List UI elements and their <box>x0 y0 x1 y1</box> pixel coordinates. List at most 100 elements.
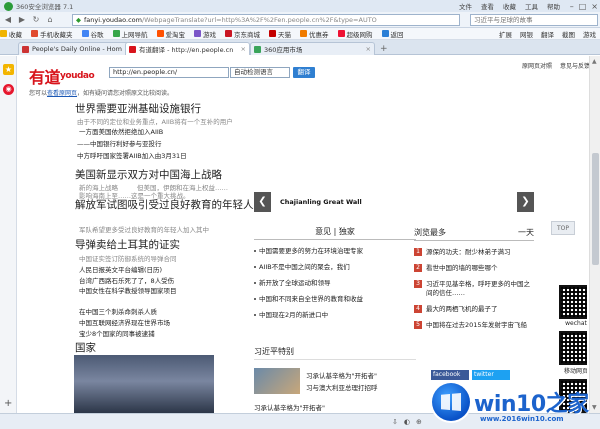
china-news-photo[interactable] <box>74 355 214 413</box>
close-icon[interactable]: × <box>591 2 598 11</box>
opinion-heading[interactable]: 意见 | 独家 <box>254 226 416 240</box>
article-line[interactable]: 人民日报英文平台编辑(日历) <box>79 264 162 274</box>
close-tab-icon[interactable]: × <box>241 45 246 53</box>
home-icon[interactable]: ⌂ <box>44 14 56 26</box>
bookmark-back[interactable]: 返回 <box>381 29 404 39</box>
article-line[interactable]: 在中国三个刺杀命刺杀人质 <box>79 306 157 316</box>
article-line[interactable]: 台湾广西路石乐死了了，8人受伤 <box>79 275 174 285</box>
bookmark-favorites[interactable]: 收藏 <box>0 29 22 39</box>
bookmark-coupon[interactable]: 优惠券 <box>300 29 329 39</box>
add-sidebar-icon[interactable]: + <box>4 398 12 409</box>
games-button[interactable]: 游戏 <box>583 29 596 39</box>
article-line[interactable]: 中国互联网经济界现在世界市场 <box>79 317 170 327</box>
section-china-heading[interactable]: 国家 <box>75 340 96 355</box>
forward-icon[interactable]: ▶ <box>16 14 28 26</box>
tab-app-market[interactable]: 360应用市场 × <box>250 42 375 55</box>
headline-missile[interactable]: 导弹卖给土耳其的证实 <box>75 237 180 252</box>
most-viewed-item[interactable]: 5 中国将在过去2015年发射宇宙飞船 <box>414 321 534 330</box>
article-line[interactable]: 军队希望更多受过良好教育的年轻人加入其中 <box>79 224 209 234</box>
address-bar[interactable]: ◆ fanyi.youdao.com /WebpageTranslate?url… <box>72 14 460 26</box>
tab-youdao[interactable]: 有道翻译 - http://en.people.cn × <box>125 42 250 55</box>
slider-next-icon[interactable]: ❯ <box>517 192 534 212</box>
view-original-link[interactable]: 查看原网页 <box>47 90 77 97</box>
most-viewed-tab-day[interactable]: 一天 <box>518 227 534 238</box>
new-tab-icon[interactable]: + <box>380 44 388 54</box>
maximize-icon[interactable]: □ <box>579 2 587 11</box>
xi-item[interactable]: 习承认基辛格为"开拓者" <box>306 370 377 380</box>
headline-aiib[interactable]: 世界需要亚洲基础设施银行 <box>75 101 201 116</box>
menu-file[interactable]: 文件 <box>459 1 472 11</box>
article-line[interactable]: 由于不同的定位和业务重点，AIIB将有一个互补的用户 <box>77 116 233 126</box>
folder-icon <box>31 30 38 37</box>
opinion-item[interactable]: 新开放了全球运动和领导 <box>254 279 416 288</box>
bookmark-nav[interactable]: 上网导航 <box>112 29 148 39</box>
most-viewed-item[interactable]: 3 习近平见基辛格，呼吁更多的中国之间的信任…… <box>414 280 534 298</box>
article-line[interactable]: 宝少8个国家的同事被逮捕 <box>79 328 155 338</box>
most-viewed-item[interactable]: 1 源保的功夫：耐少林弟子满习 <box>414 248 534 257</box>
opinion-item[interactable]: 中国需要更多的努力在环境治理专家 <box>254 247 416 256</box>
speed-icon[interactable]: ◐ <box>404 418 410 426</box>
zoom-icon[interactable]: ⊕ <box>416 418 422 426</box>
most-viewed-item[interactable]: 4 最大的两栖飞机的最子了 <box>414 305 534 314</box>
menu-help[interactable]: 帮助 <box>547 1 560 11</box>
translate-url-input[interactable]: http://en.people.cn/ <box>109 67 229 78</box>
menu-view[interactable]: 查看 <box>481 1 494 11</box>
article-line[interactable]: 中国女性在科学教授领导国家项目 <box>79 285 177 295</box>
twitter-button[interactable]: twitter <box>472 370 510 380</box>
bookmark-google[interactable]: 谷歌 <box>81 29 104 39</box>
shopping-icon <box>337 30 345 37</box>
translate-button[interactable]: 翻译 <box>541 29 554 39</box>
translator-hint: 您可以查看原网页，如有疑问请您对照原文比较阅读。 <box>29 90 174 97</box>
address-domain: fanyi.youdao.com <box>84 16 142 24</box>
xi-thumbnail-image[interactable] <box>254 368 300 394</box>
xi-special-heading[interactable]: 习近平特别 <box>254 346 416 360</box>
bookmark-mobile[interactable]: 手机收藏夹 <box>31 29 73 39</box>
article-line[interactable]: 中国证实签订防御系统的导弹合同 <box>79 253 177 263</box>
menu-tools[interactable]: 工具 <box>525 1 538 11</box>
xi-item[interactable]: 习与澳大利亚总理打招呼 <box>306 382 378 392</box>
language-select[interactable]: 自动检测语言 <box>230 67 290 78</box>
article-line[interactable]: ——中国银行利好参与亚投行 <box>77 138 162 148</box>
scrollbar-thumb[interactable] <box>592 153 599 265</box>
slider-caption[interactable]: Chajianling Great Wall <box>280 198 362 206</box>
vertical-scrollbar[interactable]: ▲ ▼ <box>589 56 600 413</box>
bookmark-jd[interactable]: 京东商城 <box>225 29 260 39</box>
menu-favorites[interactable]: 收藏 <box>503 1 516 11</box>
bookmark-tmall[interactable]: 天猫 <box>269 29 291 39</box>
compare-original-link[interactable]: 原网页对照 <box>522 61 552 70</box>
download-icon[interactable]: ⇩ <box>392 418 398 426</box>
favorite-star-icon[interactable]: ★ <box>3 64 14 75</box>
photo-slider: ❮ Chajianling Great Wall ❯ <box>254 190 534 218</box>
bookmark-games[interactable]: 游戏 <box>194 29 216 39</box>
facebook-button[interactable]: facebook <box>431 370 469 380</box>
watermark-url: www.2016win10.com <box>480 415 564 423</box>
refresh-icon[interactable]: ↻ <box>30 14 42 26</box>
close-tab-icon[interactable]: × <box>366 45 371 53</box>
translate-submit-button[interactable]: 翻译 <box>293 67 315 78</box>
window-title: 360安全浏览器 7.1 <box>16 3 74 11</box>
article-line[interactable]: 一方面美国依然拒绝加入AIIB <box>79 126 163 136</box>
most-viewed-header: 浏览最多 一天 <box>414 227 534 241</box>
most-viewed-item[interactable]: 2 看世中国的墙的哪些哪个 <box>414 264 534 273</box>
weibo-icon[interactable]: ◉ <box>3 84 14 95</box>
xi-item[interactable]: 习承认基辛格为"开拓者" <box>254 402 325 412</box>
jd-icon <box>225 30 232 37</box>
back-icon[interactable]: ◀ <box>2 14 14 26</box>
opinion-item[interactable]: 中国和不同来自全世界的教育和收益 <box>254 295 416 304</box>
opinion-item[interactable]: AIIB不是中国之间的聚会，我们 <box>254 263 416 272</box>
screenshot-button[interactable]: 截图 <box>562 29 575 39</box>
extensions-button[interactable]: 扩展 <box>499 29 512 39</box>
scroll-up-icon[interactable]: ▲ <box>592 58 597 65</box>
opinion-item[interactable]: 中国现在2月的新进口中 <box>254 311 416 320</box>
bookmark-shopping[interactable]: 超级网购 <box>337 29 373 39</box>
headline-maritime[interactable]: 美国新显示双方对中国海上战略 <box>75 167 222 182</box>
search-input[interactable]: 习近平与足球的故事 <box>470 14 598 26</box>
back-to-top-button[interactable]: TOP <box>551 221 575 235</box>
minimize-icon[interactable]: – <box>570 2 574 11</box>
feedback-link[interactable]: 意见与反馈 <box>560 61 590 70</box>
article-line[interactable]: 中方呼吁国家签署AIIB加入由3月31日 <box>77 150 187 160</box>
translated-page: 世界需要亚洲基础设施银行 由于不同的定位和业务重点，AIIB将有一个互补的用户 … <box>17 98 587 413</box>
slider-prev-icon[interactable]: ❮ <box>254 192 271 212</box>
bookmark-taobao[interactable]: 爱淘宝 <box>156 29 185 39</box>
ebank-button[interactable]: 网银 <box>520 29 533 39</box>
